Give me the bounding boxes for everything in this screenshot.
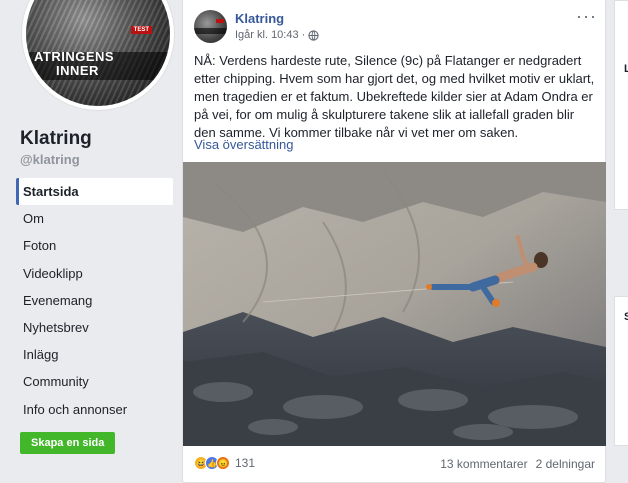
nav-item-videoklipp[interactable]: Videoklipp <box>16 260 173 287</box>
page-sidebar: TEST ATRINGENS INNER Klatring @klatring … <box>0 0 182 483</box>
post-author-avatar[interactable] <box>194 10 227 43</box>
shares-count[interactable]: 2 delningar <box>536 457 595 471</box>
reaction-count[interactable]: 131 <box>235 456 255 470</box>
post-text: NÅ: Verdens hardeste rute, Silence (9c) … <box>194 53 595 140</box>
page-nav: Startsida Om Foton Videoklipp Evenemang … <box>16 178 173 423</box>
profile-picture-text: ATRINGENS INNER <box>34 49 115 78</box>
post-timestamp[interactable]: Igår kl. 10:43 <box>235 29 299 41</box>
nav-item-evenemang[interactable]: Evenemang <box>16 287 173 314</box>
right-card-2: S <box>614 296 628 446</box>
nav-item-startsida[interactable]: Startsida <box>16 178 173 206</box>
post-author-name[interactable]: Klatring <box>235 11 284 26</box>
post-stats: 13 kommentarer 2 delningar <box>440 457 595 471</box>
nav-item-info[interactable]: Info och annonser <box>16 396 173 423</box>
right-column: L S <box>614 0 628 483</box>
page-name[interactable]: Klatring <box>20 128 92 150</box>
comments-count[interactable]: 13 kommentarer <box>440 457 527 471</box>
post-photo[interactable] <box>183 162 606 446</box>
nav-item-community[interactable]: Community <box>16 368 173 395</box>
right-card-1-heading: L <box>624 63 628 75</box>
more-options-icon[interactable]: ··· <box>576 7 597 25</box>
climbing-photo-image <box>183 162 606 446</box>
globe-icon <box>308 29 319 41</box>
feed-post: Klatring Igår kl. 10:43 · ··· NÅ: Verden… <box>182 0 606 483</box>
translate-link[interactable]: Visa översättning <box>194 137 294 152</box>
page-handle[interactable]: @klatring <box>20 152 80 167</box>
profile-picture[interactable]: TEST ATRINGENS INNER <box>22 0 174 110</box>
nav-item-om[interactable]: Om <box>16 205 173 232</box>
create-page-button[interactable]: Skapa en sida <box>20 432 116 454</box>
nav-item-foton[interactable]: Foton <box>16 232 173 259</box>
right-card-1: L <box>614 0 628 210</box>
right-card-2-heading: S <box>624 311 628 323</box>
reactions-bar[interactable]: 😆 👍 😠 131 <box>194 456 255 470</box>
angry-reaction-icon: 😠 <box>216 456 230 470</box>
profile-badge: TEST <box>130 26 152 34</box>
post-meta: Igår kl. 10:43 · <box>235 29 319 41</box>
profile-picture-image: TEST ATRINGENS INNER <box>26 0 170 106</box>
nav-item-inlagg[interactable]: Inlägg <box>16 341 173 368</box>
nav-item-nyhetsbrev[interactable]: Nyhetsbrev <box>16 314 173 341</box>
